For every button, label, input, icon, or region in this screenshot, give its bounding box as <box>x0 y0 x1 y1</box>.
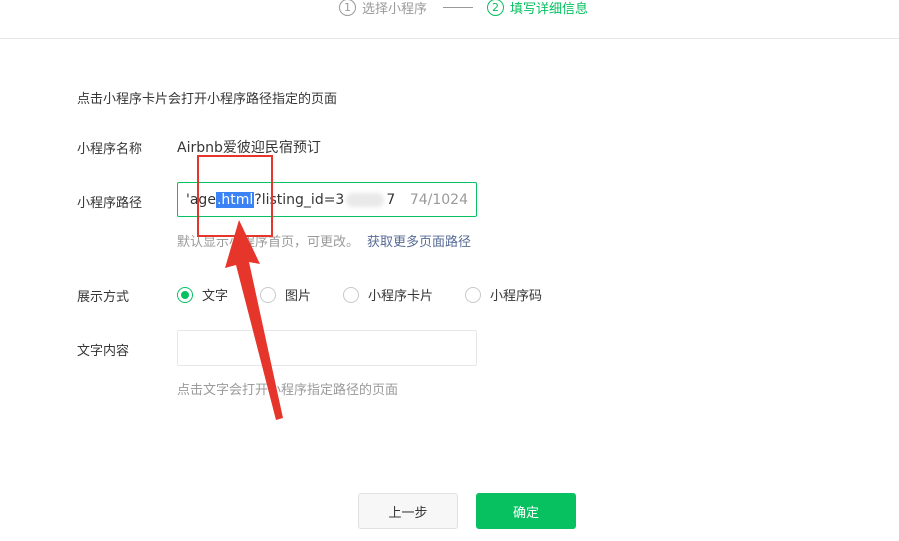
app-path-hint: 默认显示小程序首页，可更改。 获取更多页面路径 <box>177 231 471 250</box>
path-selected-text: .html <box>215 191 255 208</box>
radio-unchecked-icon <box>465 286 482 303</box>
radio-text[interactable]: 文字 <box>177 285 228 304</box>
app-path-input[interactable]: 'age .html ?listing_id=3 7 74/1024 <box>177 182 477 217</box>
annotation-arrow-icon <box>225 220 283 420</box>
app-path-label: 小程序路径 <box>77 196 143 211</box>
step-divider <box>443 7 473 8</box>
text-content-hint: 点击文字会打开小程序指定路径的页面 <box>177 383 399 398</box>
app-path-hint-text: 默认显示小程序首页，可更改。 <box>177 235 360 250</box>
prev-step-button[interactable]: 上一步 <box>358 493 458 529</box>
radio-checked-icon <box>177 286 193 303</box>
intro-text: 点击小程序卡片会打开小程序路径指定的页面 <box>77 92 338 107</box>
radio-label: 图片 <box>285 289 312 304</box>
step-1-label: 选择小程序 <box>362 1 428 17</box>
step-1-number: 1 <box>339 0 356 16</box>
text-content-input[interactable] <box>177 330 477 366</box>
display-mode-radio-group: 文字 图片 小程序卡片 小程序码 <box>177 285 574 304</box>
text-content-label: 文字内容 <box>77 344 130 359</box>
app-name-label: 小程序名称 <box>77 142 143 157</box>
page: 1 选择小程序 2 填写详细信息 点击小程序卡片会打开小程序路径指定的页面 小程… <box>0 0 899 541</box>
step-2-number: 2 <box>487 0 504 16</box>
radio-label: 小程序卡片 <box>368 289 434 304</box>
step-2-label: 填写详细信息 <box>510 1 589 17</box>
radio-label: 文字 <box>202 289 229 304</box>
app-name-value: Airbnb爱彼迎民宿预订 <box>177 140 321 156</box>
radio-unchecked-icon <box>260 286 277 303</box>
step-1: 1 选择小程序 <box>339 0 427 17</box>
path-prefix: 'age <box>186 191 216 208</box>
display-mode-label: 展示方式 <box>77 290 130 305</box>
redacted-region <box>346 192 385 207</box>
radio-label: 小程序码 <box>490 289 543 304</box>
confirm-button[interactable]: 确定 <box>476 493 576 529</box>
radio-image[interactable]: 图片 <box>260 285 311 304</box>
path-tail: 7 <box>386 191 396 208</box>
radio-card[interactable]: 小程序卡片 <box>343 285 433 304</box>
radio-qrcode[interactable]: 小程序码 <box>465 285 542 304</box>
step-indicator: 1 选择小程序 2 填写详细信息 <box>0 0 899 39</box>
char-counter: 74/1024 <box>409 191 468 208</box>
more-paths-link[interactable]: 获取更多页面路径 <box>367 235 471 250</box>
step-2: 2 填写详细信息 <box>487 0 588 17</box>
radio-unchecked-icon <box>343 286 360 303</box>
path-suffix: ?listing_id=3 <box>254 191 345 208</box>
